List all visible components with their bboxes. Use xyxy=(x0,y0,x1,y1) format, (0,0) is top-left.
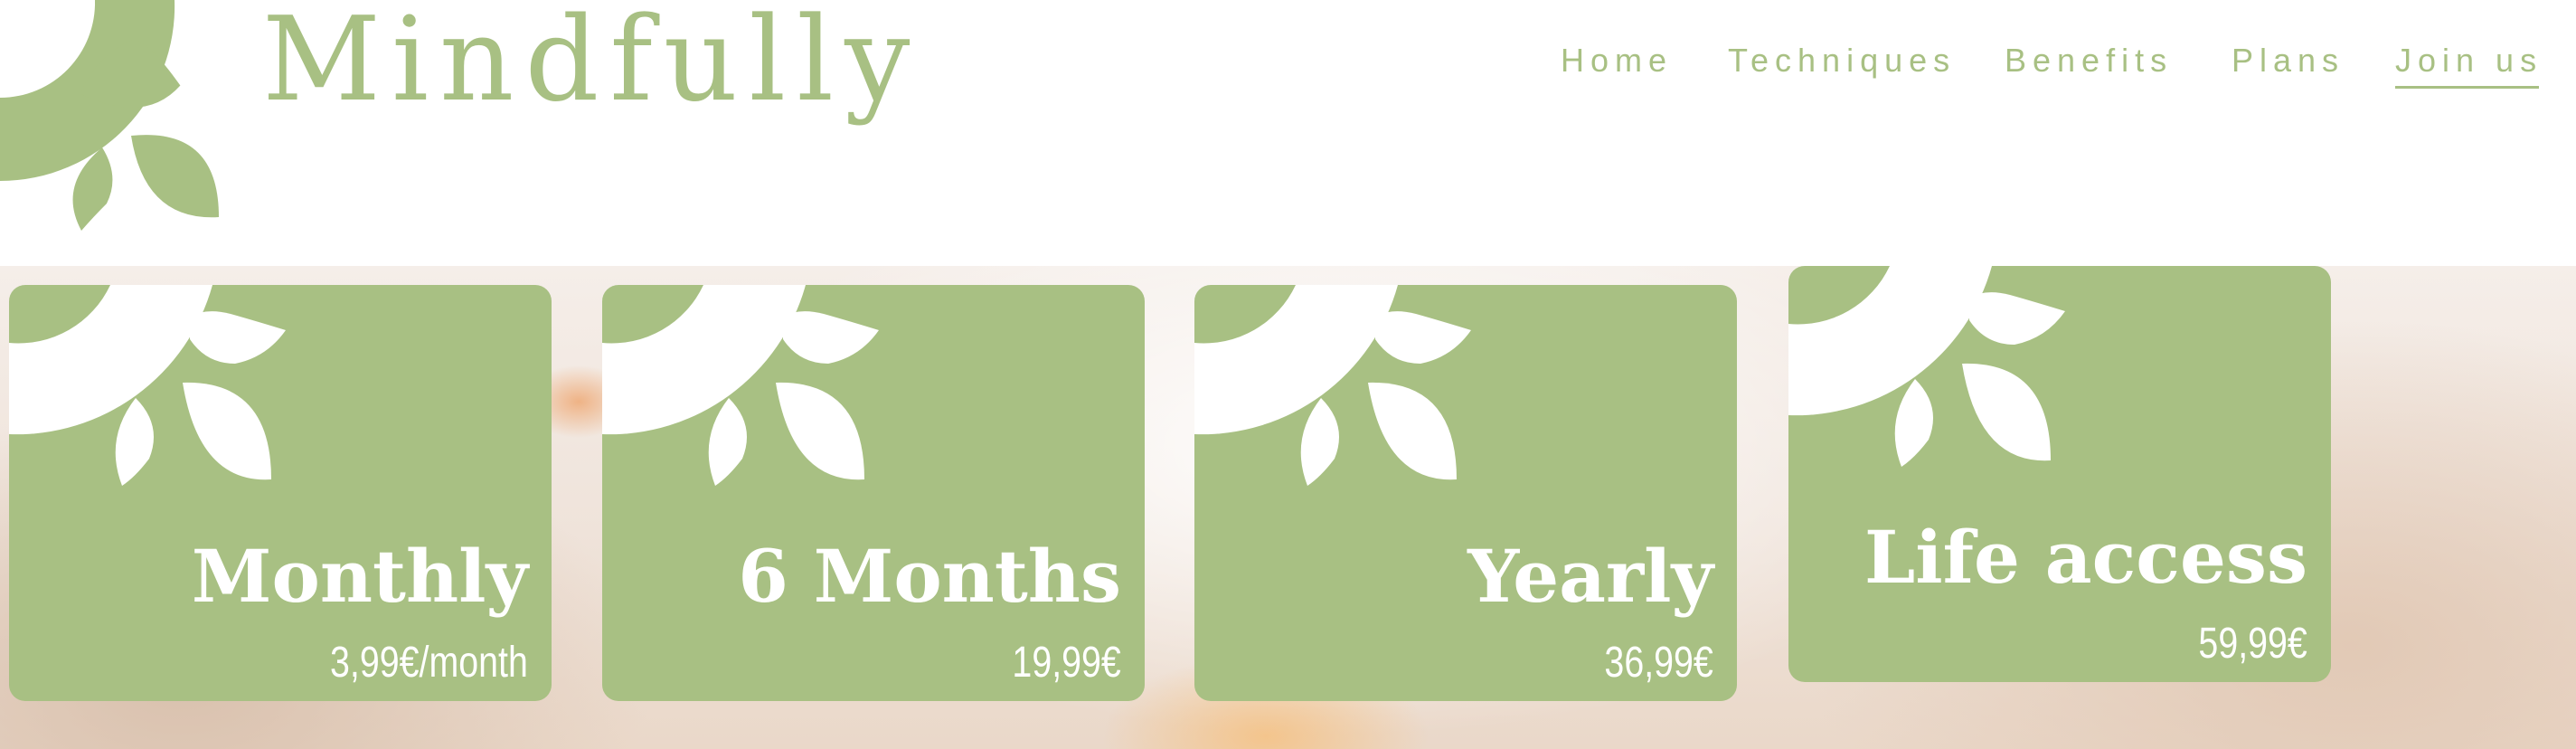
brand-name[interactable]: Mindfully xyxy=(262,2,920,119)
plan-name: Life access xyxy=(1864,515,2307,600)
plans-section: Monthly 3,99€/month 6 Months 19,99€ Year… xyxy=(0,266,2576,749)
plan-card-monthly[interactable]: Monthly 3,99€/month xyxy=(9,285,552,701)
plan-name: Monthly xyxy=(191,534,528,619)
plan-card-yearly[interactable]: Yearly 36,99€ xyxy=(1194,285,1737,701)
nav-home[interactable]: Home xyxy=(1561,42,1673,80)
sun-leaves-icon[interactable] xyxy=(0,0,235,235)
plan-price: 19,99€ xyxy=(1012,639,1121,687)
site-header: Mindfully Home Techniques Benefits Plans… xyxy=(0,0,2576,266)
nav-benefits[interactable]: Benefits xyxy=(2005,42,2173,80)
plan-price: 3,99€/month xyxy=(330,639,528,687)
plan-price: 36,99€ xyxy=(1604,639,1713,687)
plan-name: 6 Months xyxy=(738,534,1121,619)
nav-plans[interactable]: Plans xyxy=(2232,42,2345,80)
nav-techniques[interactable]: Techniques xyxy=(1728,42,1956,80)
plan-name: Yearly xyxy=(1467,534,1713,619)
nav-join-us[interactable]: Join us xyxy=(2395,42,2543,89)
plan-card-life-access[interactable]: Life access 59,99€ xyxy=(1788,266,2331,682)
plan-price: 59,99€ xyxy=(2198,620,2307,668)
plan-card-6-months[interactable]: 6 Months 19,99€ xyxy=(602,285,1145,701)
